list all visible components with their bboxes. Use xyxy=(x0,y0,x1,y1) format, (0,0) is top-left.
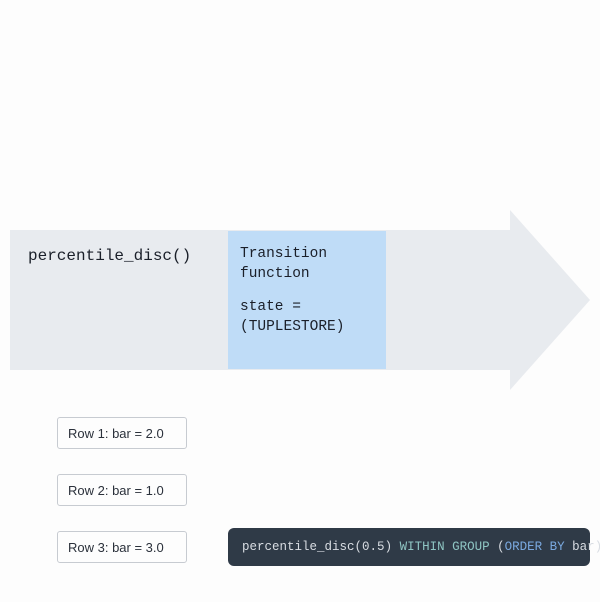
code-token-space xyxy=(392,540,400,554)
function-name-label: percentile_disc() xyxy=(28,247,191,265)
transition-title-line2: function xyxy=(240,265,374,285)
code-token-keyword: ORDER BY xyxy=(505,540,565,554)
diagram-canvas: percentile_disc() Transition function st… xyxy=(0,0,600,602)
row-label: Row 2: bar = 1.0 xyxy=(68,483,164,498)
code-token-space xyxy=(565,540,573,554)
code-token-keyword: WITHIN GROUP xyxy=(400,540,490,554)
row-label: Row 1: bar = 2.0 xyxy=(68,426,164,441)
code-token-paren: ( xyxy=(355,540,363,554)
code-token-paren: ) xyxy=(595,540,600,554)
sql-code-block: percentile_disc(0.5) WITHIN GROUP (ORDER… xyxy=(228,528,590,566)
transition-state-line1: state = xyxy=(240,298,374,318)
input-row: Row 2: bar = 1.0 xyxy=(57,474,187,506)
transition-title-line1: Transition xyxy=(240,245,374,265)
code-token-paren: ( xyxy=(497,540,505,554)
input-row: Row 3: bar = 3.0 xyxy=(57,531,187,563)
code-token-number: 0.5 xyxy=(362,540,385,554)
code-token-paren: ) xyxy=(385,540,393,554)
transition-state-line2: (TUPLESTORE) xyxy=(240,318,374,338)
row-label: Row 3: bar = 3.0 xyxy=(68,540,164,555)
code-token-identifier: bar xyxy=(572,540,595,554)
input-row: Row 1: bar = 2.0 xyxy=(57,417,187,449)
code-token-space xyxy=(490,540,498,554)
transition-function-box: Transition function state = (TUPLESTORE) xyxy=(228,231,386,369)
arrow-head-icon xyxy=(510,210,590,390)
spacer xyxy=(240,284,374,298)
code-token-function: percentile_disc xyxy=(242,540,355,554)
